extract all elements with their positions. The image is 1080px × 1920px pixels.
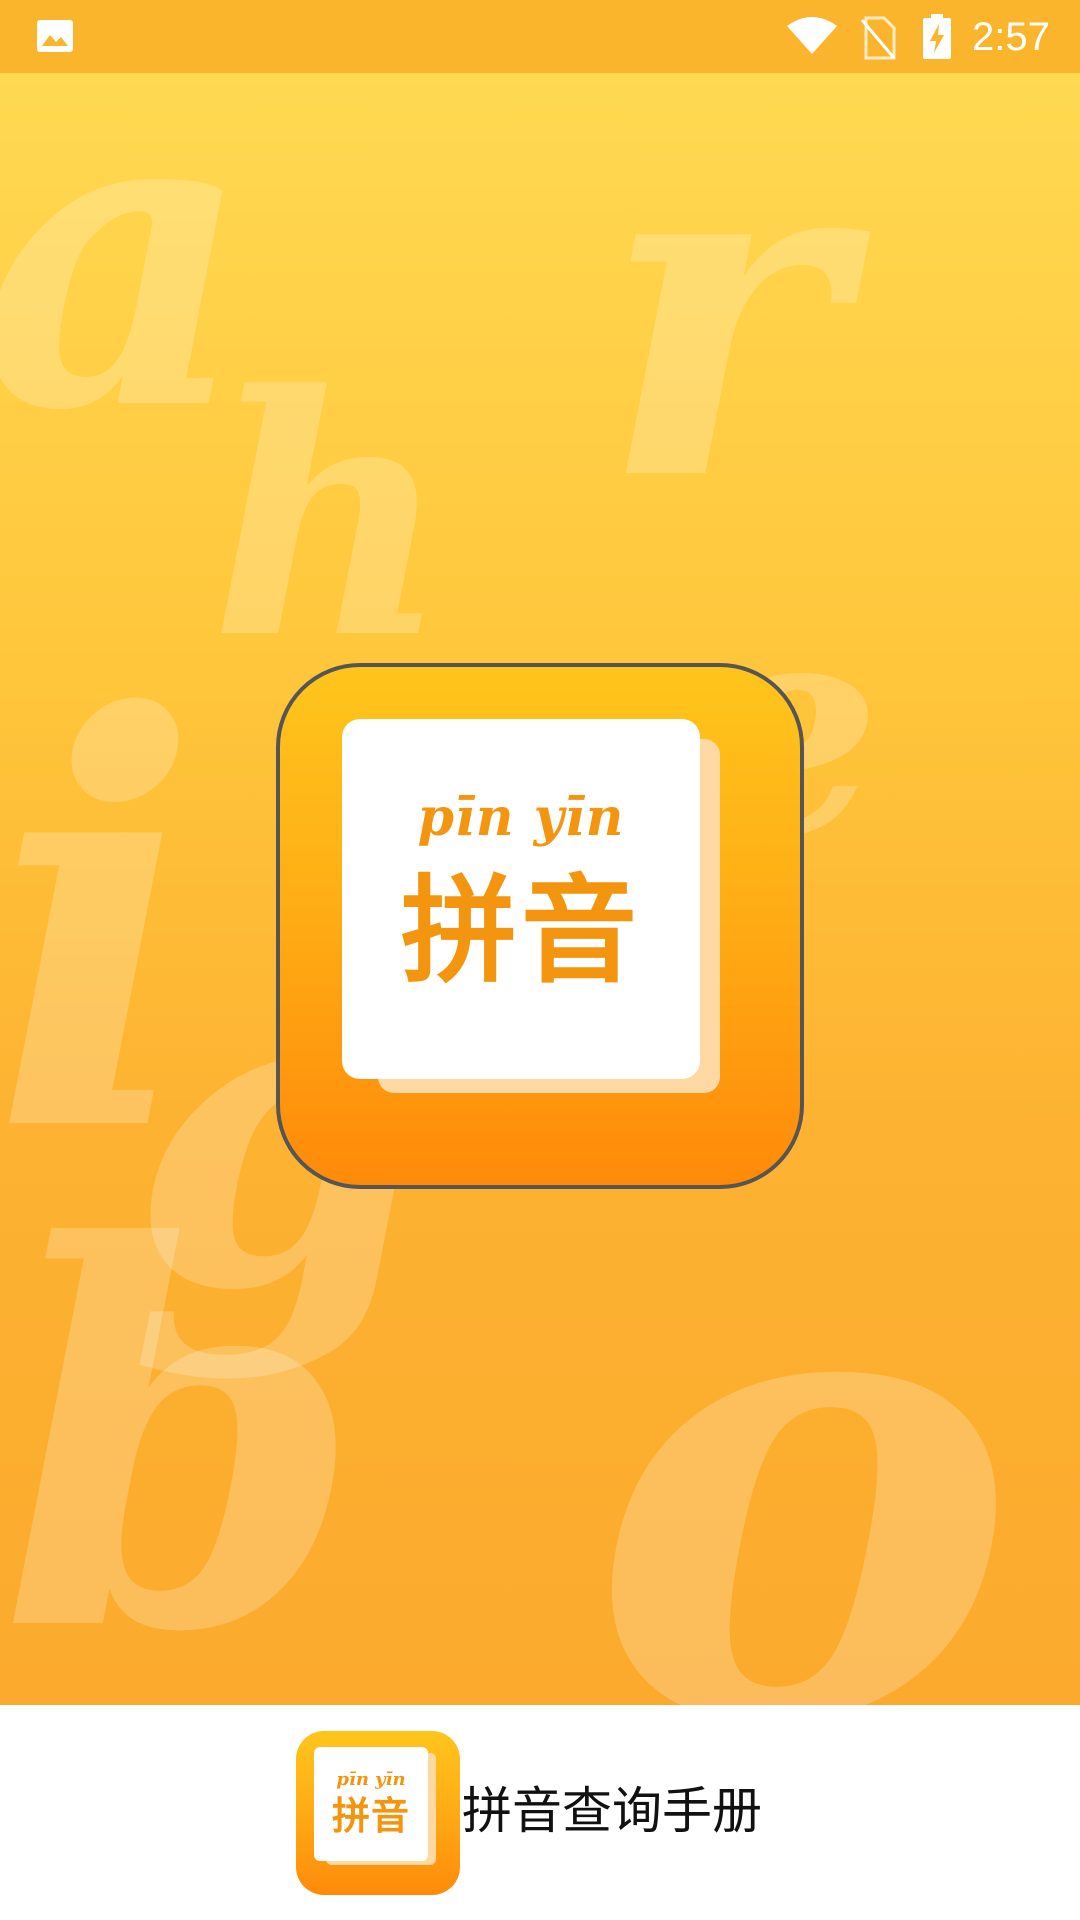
status-bar: 2:57 bbox=[0, 0, 1080, 73]
small-logo-hanzi-text: 拼音 bbox=[331, 1794, 410, 1838]
bg-letter-o: o bbox=[590, 1112, 1017, 1705]
app-small-logo: pīn yīn 拼音 bbox=[296, 1731, 460, 1895]
bg-letter-r: r bbox=[600, 73, 873, 582]
app-logo-frame: pīn yīn 拼音 bbox=[276, 663, 804, 1189]
splash-screen: 2:57 a r h e i g b o pīn yīn 拼音 pīn yī bbox=[0, 0, 1080, 1920]
app-name: 拼音查询手册 bbox=[462, 1782, 762, 1840]
bg-letter-b: b bbox=[0, 1135, 364, 1705]
logo-pinyin-text: pīn yīn bbox=[417, 787, 625, 848]
wifi-icon bbox=[787, 17, 837, 54]
splash-background: a r h e i g b o pīn yīn 拼音 bbox=[0, 73, 1080, 1705]
gallery-icon bbox=[37, 20, 73, 52]
app-logo: pīn yīn 拼音 bbox=[276, 663, 804, 1189]
bottom-branding: pīn yīn 拼音 拼音查询手册 bbox=[0, 1705, 1080, 1920]
logo-hanzi-text: 拼音 bbox=[401, 864, 641, 999]
status-time: 2:57 bbox=[972, 15, 1050, 59]
small-logo-pinyin-text: pīn yīn bbox=[336, 1769, 406, 1790]
no-sim-icon bbox=[860, 16, 896, 60]
battery-charging-icon bbox=[923, 14, 951, 59]
bg-letter-h: h bbox=[210, 323, 450, 711]
